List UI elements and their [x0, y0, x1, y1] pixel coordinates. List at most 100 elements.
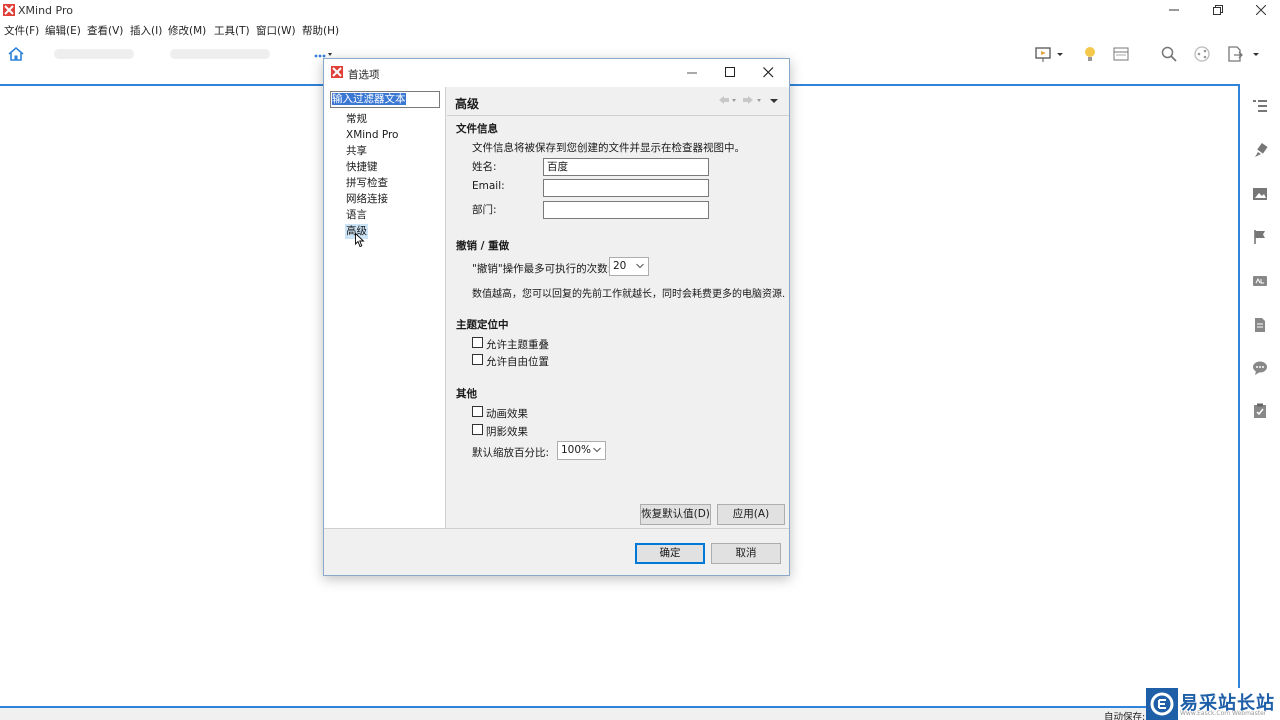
dialog-title-bar: 首选项: [324, 59, 789, 87]
format-icon: [1255, 143, 1268, 157]
zoom-select[interactable]: 100%: [557, 441, 606, 460]
history-nav-arrows[interactable]: [717, 93, 787, 107]
nav-item-shortcuts[interactable]: 快捷键: [345, 160, 379, 175]
idea-icon: [1085, 47, 1095, 61]
shadow-label: 阴影效果: [486, 426, 528, 438]
share-icon: [1194, 46, 1210, 62]
nav-item-network[interactable]: 网络连接: [345, 192, 389, 207]
preferences-dialog: 首选项 输入过滤器文本 常规 XMind Pro 共享 快捷键 拼写检查 网络连…: [323, 58, 790, 576]
minimize-button[interactable]: [1157, 0, 1193, 21]
menu-tools[interactable]: 工具(T): [214, 23, 250, 38]
close-window-button[interactable]: [1244, 0, 1280, 21]
search-icon: [1161, 46, 1177, 62]
comment-icon: [1253, 361, 1267, 375]
label-icon: [1253, 276, 1267, 286]
autosave-label: 自动保存:: [1104, 712, 1146, 720]
topic-position-heading: 主题定位中: [456, 319, 509, 331]
mouse-cursor-icon: [355, 233, 365, 248]
cancel-button[interactable]: 取消: [711, 543, 781, 564]
zoom-label: 默认缩放百分比:: [472, 447, 550, 459]
file-info-heading: 文件信息: [456, 123, 498, 135]
export-button[interactable]: [1224, 43, 1259, 65]
preferences-nav: 输入过滤器文本 常规 XMind Pro 共享 快捷键 拼写检查 网络连接 语言…: [324, 87, 446, 528]
window-title: XMind Pro: [18, 4, 73, 17]
dialog-title: 首选项: [348, 69, 380, 81]
free-position-label: 允许自由位置: [486, 356, 549, 368]
title-bar: XMind Pro: [0, 0, 1280, 21]
animation-checkbox[interactable]: [472, 406, 483, 417]
search-button[interactable]: [1158, 43, 1180, 65]
undo-note: 数值越高，您可以回复的先前工作就越长，同时会耗费更多的电脑资源.: [472, 289, 786, 300]
idea-button[interactable]: [1079, 43, 1101, 65]
filter-input[interactable]: 输入过滤器文本: [330, 91, 440, 108]
name-field[interactable]: 百度: [543, 158, 709, 176]
watermark-logo-icon: [1146, 688, 1178, 720]
menu-modify[interactable]: 修改(M): [168, 23, 206, 38]
menu-insert[interactable]: 插入(I): [130, 23, 162, 38]
notes-button[interactable]: [1250, 315, 1270, 335]
department-label: 部门:: [472, 204, 497, 216]
layout-icon: [1113, 47, 1129, 61]
blurred-toolbar-area: [170, 49, 270, 59]
view-menu-icon: [770, 99, 778, 103]
xmind-app: XMind Pro 文件(F) 编辑(E) 查看(V) 插入(I) 修改(M) …: [0, 0, 1280, 720]
menu-view[interactable]: 查看(V): [87, 23, 123, 38]
email-label: Email:: [472, 180, 505, 192]
dialog-close-button[interactable]: [754, 61, 784, 85]
email-field[interactable]: [543, 179, 709, 197]
menu-file[interactable]: 文件(F): [4, 23, 39, 38]
close-icon: [763, 67, 774, 78]
watermark: 易采站长站 Www.Easck.Com Webmaster: [1146, 688, 1280, 720]
right-sidebar: [1240, 84, 1280, 708]
undo-limit-select[interactable]: 20: [609, 257, 649, 276]
format-button[interactable]: [1250, 140, 1270, 160]
animation-label: 动画效果: [486, 408, 528, 420]
task-button[interactable]: [1250, 401, 1270, 421]
presentation-icon: [1035, 47, 1063, 62]
marker-button[interactable]: [1250, 227, 1270, 247]
image-button[interactable]: [1250, 184, 1270, 204]
chevron-down-icon: [636, 263, 644, 269]
menu-window[interactable]: 窗口(W): [256, 23, 296, 38]
blurred-toolbar-area: [54, 49, 134, 59]
undo-heading: 撤销 / 重做: [456, 240, 510, 252]
notes-icon: [1255, 318, 1265, 332]
xmind-logo-icon: [3, 4, 15, 19]
ok-button[interactable]: 确定: [635, 543, 705, 564]
restore-defaults-button[interactable]: 恢复默认值(D): [640, 504, 711, 525]
nav-item-general[interactable]: 常规: [345, 112, 368, 127]
presentation-button[interactable]: [1033, 43, 1063, 65]
shadow-checkbox[interactable]: [472, 424, 483, 435]
allow-overlap-checkbox[interactable]: [472, 337, 483, 348]
dialog-minimize-button[interactable]: [678, 61, 708, 85]
free-position-checkbox[interactable]: [472, 354, 483, 365]
content-header: 高级: [447, 87, 789, 116]
other-heading: 其他: [456, 388, 477, 400]
undo-limit-label: "撤销"操作最多可执行的次数:: [472, 263, 612, 275]
outline-button[interactable]: [1250, 96, 1270, 116]
preferences-content: 高级 文件信息 文件信息将被保存到您创建的文件并显示在检查器视图中。 姓名: 百…: [447, 87, 789, 528]
nav-item-xmind-pro[interactable]: XMind Pro: [345, 128, 400, 143]
apply-button[interactable]: 应用(A): [717, 504, 785, 525]
home-button[interactable]: [5, 43, 27, 65]
dialog-maximize-button[interactable]: [716, 61, 746, 85]
restore-button[interactable]: [1201, 0, 1237, 21]
label-button[interactable]: [1250, 271, 1270, 291]
watermark-subtext: Www.Easck.Com Webmaster: [1180, 710, 1267, 717]
flag-icon: [1254, 230, 1265, 244]
comment-button[interactable]: [1250, 358, 1270, 378]
nav-item-share[interactable]: 共享: [345, 144, 368, 159]
xmind-logo-icon: [331, 66, 343, 81]
nav-item-spelling[interactable]: 拼写检查: [345, 176, 389, 191]
file-info-description: 文件信息将被保存到您创建的文件并显示在检查器视图中。: [472, 142, 745, 154]
home-icon: [8, 46, 24, 61]
share-button[interactable]: [1191, 43, 1213, 65]
dialog-footer: 确定 取消: [324, 528, 789, 575]
menu-help[interactable]: 帮助(H): [302, 23, 339, 38]
back-arrow-icon: [719, 96, 729, 104]
menu-edit[interactable]: 编辑(E): [45, 23, 81, 38]
nav-item-language[interactable]: 语言: [345, 208, 368, 223]
forward-arrow-icon: [743, 96, 753, 104]
department-field[interactable]: [543, 201, 709, 219]
layout-button[interactable]: [1110, 43, 1132, 65]
